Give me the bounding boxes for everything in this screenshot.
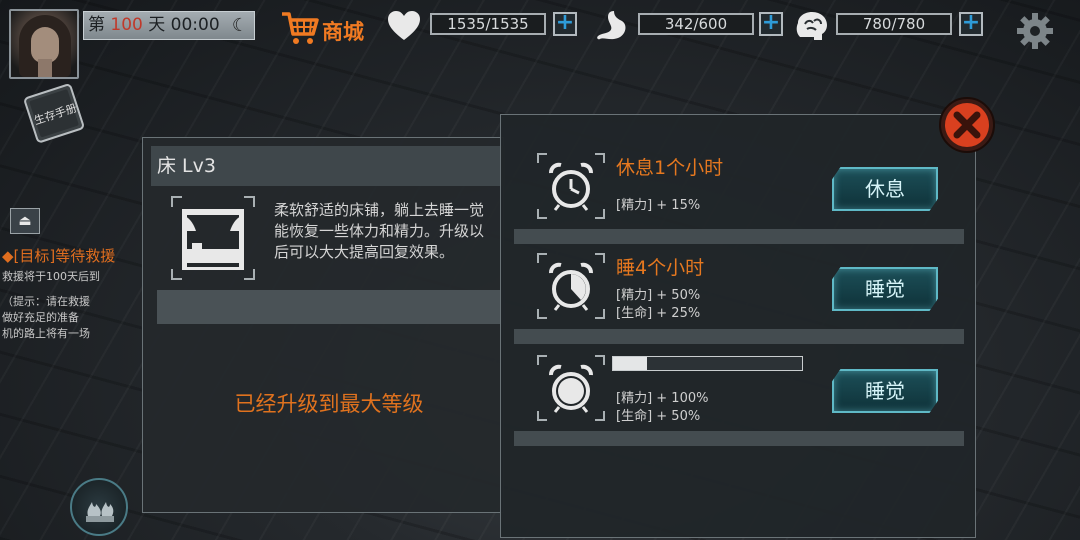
clock-time: 00:00 [170, 15, 220, 35]
cart-icon [282, 12, 319, 44]
shop-label: 商城 [322, 20, 364, 44]
hint-line: 机的路上将有一场 [2, 327, 90, 340]
crescent-moon-icon: ☾ [231, 15, 248, 36]
option-separator [514, 431, 964, 446]
bed-info-panel: 床 Lv3 柔软舒适的床铺，躺上去睡一觉能恢复一些体力和精力。升级以后可以大大提… [142, 137, 505, 513]
health-plus-button[interactable]: + [553, 12, 577, 36]
alarm-clock-icon [537, 253, 605, 319]
campfire-button[interactable] [70, 478, 128, 536]
heart-icon [388, 11, 420, 40]
bed-description: 柔软舒适的床铺，躺上去睡一觉能恢复一些体力和精力。升级以后可以大大提高回复效果。 [274, 201, 485, 261]
bed-divider-strip [157, 290, 505, 324]
option-effect: [精力] + 50% [616, 288, 701, 303]
sleep-4h-option: 睡4个小时 [精力] + 50% [生命] + 25% 睡觉 [501, 215, 977, 344]
hunger-value: 342/600 [638, 13, 754, 35]
option-effect: [精力] + 100% [616, 391, 709, 406]
option-name: 睡4个小时 [616, 257, 705, 279]
survival-manual-button[interactable]: 生存手册 [20, 82, 90, 144]
health-value: 1535/1535 [430, 13, 546, 35]
objective-hint: （提示：请在救援 做好充足的准备 机的路上将有一场 [2, 294, 152, 342]
objective-panel: ◆[目标]等待救援 救援将于100天后到 （提示：请在救援 做好充足的准备 机的… [2, 245, 152, 342]
top-bar: 第 100 天 00:00 ☾ 商城 1535/1535 + 342/600 + [0, 0, 1080, 79]
sleep-options-panel: 休息1个小时 [精力] + 15% 休息 睡4个小时 [精力] + 50% [生… [500, 114, 976, 538]
alarm-clock-icon [537, 153, 605, 219]
hunger-plus-button[interactable]: + [759, 12, 783, 36]
collapse-objective-button[interactable]: ⏏ [10, 208, 40, 234]
gear-icon[interactable] [1016, 12, 1054, 50]
close-icon[interactable] [938, 96, 996, 154]
rest-button[interactable]: 休息 [832, 167, 938, 211]
player-avatar[interactable] [9, 9, 79, 79]
bed-title: 床 Lv3 [151, 146, 505, 186]
objective-title: ◆[目标]等待救援 [2, 247, 116, 265]
mind-plus-button[interactable]: + [959, 12, 983, 36]
bed-icon [171, 196, 255, 280]
day-prefix: 第 [88, 15, 111, 35]
sleep-button[interactable]: 睡觉 [832, 267, 938, 311]
stomach-icon [597, 11, 626, 40]
sleep-progress-fill [613, 357, 648, 370]
max-level-text: 已经升级到最大等级 [234, 392, 424, 416]
sleep-button[interactable]: 睡觉 [832, 369, 938, 413]
day-number: 100 [110, 15, 143, 35]
hint-line: 做好充足的准备 [2, 311, 79, 324]
alarm-clock-icon [537, 355, 605, 421]
day-suffix: 天 [142, 15, 166, 35]
objective-line: 救援将于100天后到 [2, 270, 100, 283]
option-name: 休息1个小时 [616, 157, 724, 179]
option-effect: [生命] + 50% [616, 409, 701, 424]
option-effect: [精力] + 15% [616, 198, 701, 213]
sleep-progress-bar [612, 356, 803, 371]
brain-icon [796, 12, 827, 40]
fire-icon [86, 502, 114, 522]
rest-option: 休息1个小时 [精力] + 15% 休息 [501, 115, 977, 244]
day-time-display: 第 100 天 00:00 ☾ [83, 11, 255, 40]
mind-value: 780/780 [836, 13, 952, 35]
hint-line: （提示：请在救援 [2, 295, 90, 308]
